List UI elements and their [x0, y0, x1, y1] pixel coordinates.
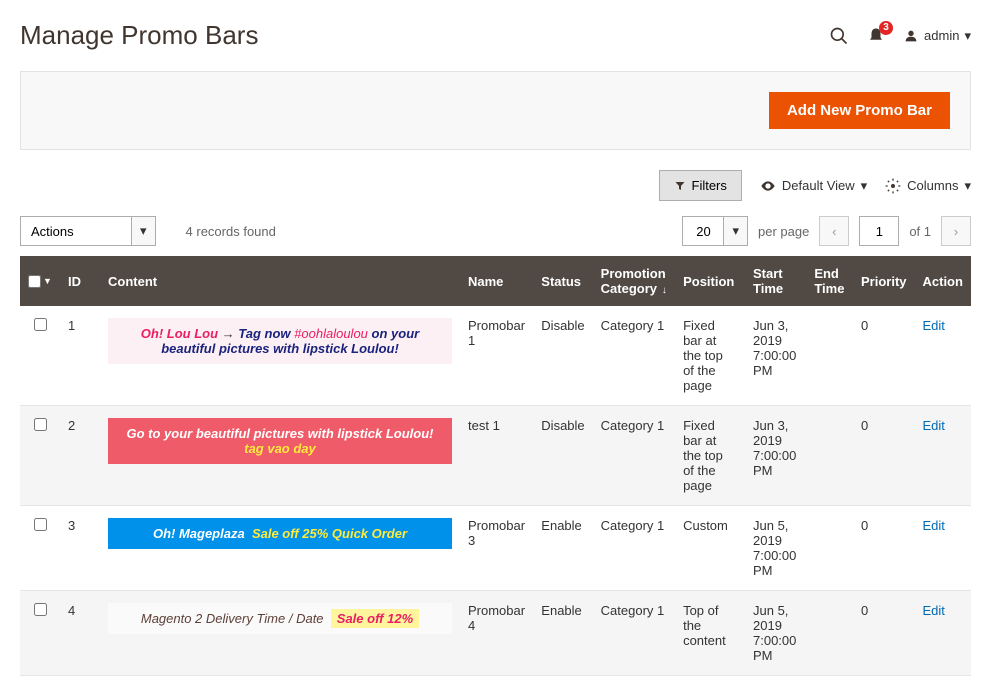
prev-page-button[interactable]: ‹ [819, 216, 849, 246]
row-end-time [806, 506, 853, 591]
table-row[interactable]: 3Oh! Mageplaza Sale off 25% Quick OrderP… [20, 506, 971, 591]
row-id: 1 [60, 306, 100, 406]
row-action[interactable]: Edit [915, 306, 972, 406]
per-page-label: per page [758, 224, 809, 239]
records-found: 4 records found [186, 224, 276, 239]
row-position: Fixed bar at the top of the page [675, 306, 745, 406]
row-category: Category 1 [593, 506, 675, 591]
row-position: Custom [675, 506, 745, 591]
row-category: Category 1 [593, 591, 675, 676]
chevron-down-icon: ▾ [964, 178, 971, 194]
row-action[interactable]: Edit [915, 406, 972, 506]
sort-down-icon: ↓ [659, 285, 667, 296]
of-pages: of 1 [909, 224, 931, 239]
row-status: Enable [533, 506, 592, 591]
row-checkbox[interactable] [20, 306, 60, 406]
table-row[interactable]: 4Magento 2 Delivery Time / Date Sale off… [20, 591, 971, 676]
row-status: Disable [533, 406, 592, 506]
row-priority: 0 [853, 591, 915, 676]
per-page-input[interactable] [683, 217, 723, 245]
row-content: Go to your beautiful pictures with lipst… [100, 406, 460, 506]
gear-icon [885, 178, 901, 194]
current-page-input[interactable] [859, 216, 899, 246]
row-id: 3 [60, 506, 100, 591]
notifications-icon[interactable]: 3 [867, 27, 885, 45]
columns-button[interactable]: Columns ▾ [885, 178, 971, 194]
th-select-all[interactable]: ▼ [20, 256, 60, 306]
edit-link: Edit [923, 518, 945, 533]
th-start-time[interactable]: Start Time [745, 256, 806, 306]
row-priority: 0 [853, 506, 915, 591]
default-view-label: Default View [782, 178, 855, 193]
row-content: Oh! Lou Lou → Tag now #oohlaloulou on yo… [100, 306, 460, 406]
eye-icon [760, 178, 776, 194]
row-start-time: Jun 3, 2019 7:00:00 PM [745, 406, 806, 506]
admin-menu[interactable]: admin ▾ [903, 28, 971, 44]
filter-icon [674, 180, 686, 192]
row-end-time [806, 591, 853, 676]
row-id: 2 [60, 406, 100, 506]
row-priority: 0 [853, 306, 915, 406]
row-content: Magento 2 Delivery Time / Date Sale off … [100, 591, 460, 676]
chevron-down-icon: ▾ [131, 217, 155, 245]
chevron-down-icon: ▾ [964, 28, 971, 44]
row-end-time [806, 406, 853, 506]
columns-label: Columns [907, 178, 958, 193]
row-position: Fixed bar at the top of the page [675, 406, 745, 506]
row-status: Disable [533, 306, 592, 406]
row-name: Promobar 3 [460, 506, 533, 591]
row-checkbox[interactable] [20, 406, 60, 506]
notification-count: 3 [879, 21, 893, 35]
row-name: test 1 [460, 406, 533, 506]
edit-link: Edit [923, 603, 945, 618]
row-content: Oh! Mageplaza Sale off 25% Quick Order [100, 506, 460, 591]
default-view-button[interactable]: Default View ▾ [760, 178, 867, 194]
admin-label: admin [924, 28, 959, 43]
row-start-time: Jun 3, 2019 7:00:00 PM [745, 306, 806, 406]
table-row[interactable]: 1Oh! Lou Lou → Tag now #oohlaloulou on y… [20, 306, 971, 406]
row-end-time [806, 306, 853, 406]
page-title: Manage Promo Bars [20, 20, 258, 51]
row-id: 4 [60, 591, 100, 676]
actions-dropdown[interactable]: Actions ▾ [20, 216, 156, 246]
edit-link: Edit [923, 418, 945, 433]
row-name: Promobar 1 [460, 306, 533, 406]
row-name: Promobar 4 [460, 591, 533, 676]
row-action[interactable]: Edit [915, 506, 972, 591]
th-name[interactable]: Name [460, 256, 533, 306]
filters-button[interactable]: Filters [659, 170, 742, 201]
row-checkbox[interactable] [20, 591, 60, 676]
th-priority[interactable]: Priority [853, 256, 915, 306]
row-action[interactable]: Edit [915, 591, 972, 676]
row-start-time: Jun 5, 2019 7:00:00 PM [745, 591, 806, 676]
row-position: Top of the content [675, 591, 745, 676]
row-category: Category 1 [593, 406, 675, 506]
search-icon[interactable] [829, 26, 849, 46]
th-action[interactable]: Action [915, 256, 972, 306]
row-status: Enable [533, 591, 592, 676]
chevron-down-icon: ▾ [861, 178, 868, 194]
chevron-down-icon[interactable]: ▾ [723, 217, 747, 245]
row-category: Category 1 [593, 306, 675, 406]
row-priority: 0 [853, 406, 915, 506]
per-page-select[interactable]: ▾ [682, 216, 748, 246]
th-position[interactable]: Position [675, 256, 745, 306]
th-content[interactable]: Content [100, 256, 460, 306]
th-promotion-category[interactable]: Promotion Category ↓ [593, 256, 675, 306]
next-page-button[interactable]: › [941, 216, 971, 246]
th-end-time[interactable]: End Time [806, 256, 853, 306]
row-start-time: Jun 5, 2019 7:00:00 PM [745, 506, 806, 591]
table-row[interactable]: 2Go to your beautiful pictures with lips… [20, 406, 971, 506]
filters-label: Filters [692, 178, 727, 193]
add-new-promo-bar-button[interactable]: Add New Promo Bar [769, 92, 950, 129]
th-id[interactable]: ID [60, 256, 100, 306]
edit-link: Edit [923, 318, 945, 333]
th-status[interactable]: Status [533, 256, 592, 306]
row-checkbox[interactable] [20, 506, 60, 591]
promo-bars-table: ▼ ID Content Name Status Promotion Categ… [20, 256, 971, 676]
